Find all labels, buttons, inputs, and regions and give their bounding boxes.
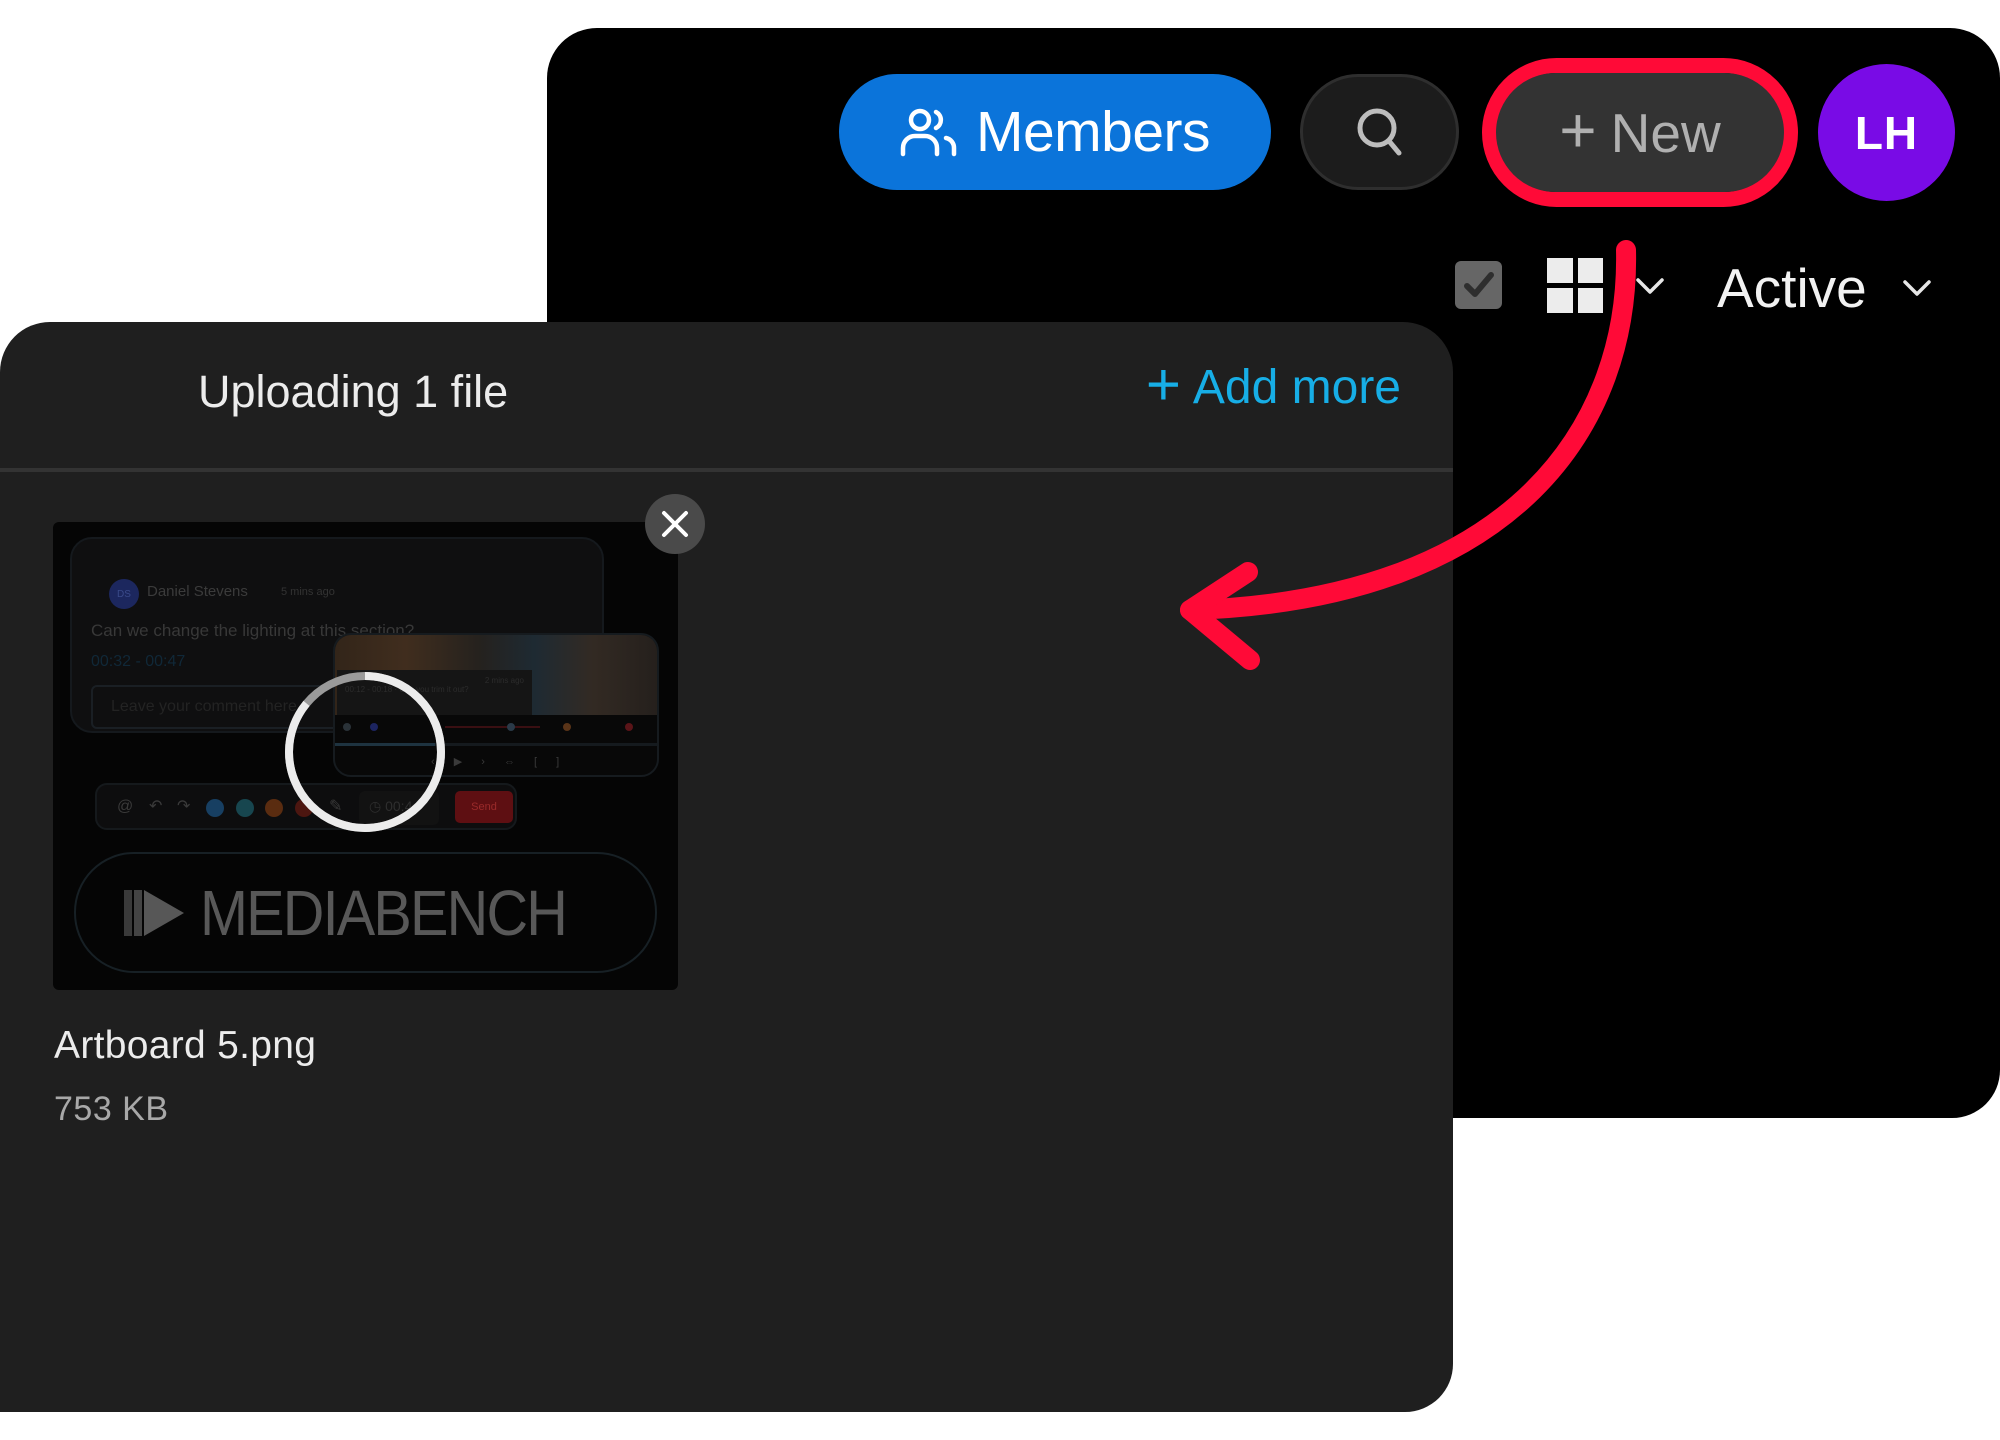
- upload-panel: Uploading 1 file + Add more DS Daniel St…: [0, 322, 1453, 1412]
- status-filter-dropdown[interactable]: Active: [1717, 256, 1933, 320]
- upload-title: Uploading 1 file: [198, 366, 509, 417]
- checkmark-icon: [1463, 272, 1494, 297]
- new-label: New: [1610, 101, 1721, 164]
- undo-icon: ↶: [149, 798, 163, 815]
- search-button[interactable]: [1300, 74, 1459, 190]
- plus-icon: +: [1145, 350, 1181, 418]
- color-swatch-orange: [265, 799, 283, 817]
- members-label: Members: [975, 100, 1211, 164]
- select-checkbox[interactable]: [1455, 261, 1502, 309]
- mediabench-logo-icon: [124, 889, 185, 936]
- plus-icon: +: [1559, 93, 1597, 166]
- view-dropdown-chevron-icon[interactable]: [1634, 277, 1666, 295]
- add-more-label: Add more: [1192, 361, 1401, 414]
- color-swatch-blue: [206, 799, 224, 817]
- file-size: 753 KB: [54, 1090, 169, 1128]
- remove-file-button[interactable]: [645, 494, 705, 554]
- redo-icon: ↷: [177, 798, 191, 815]
- avatar-initials: LH: [1854, 106, 1919, 159]
- at-icon: @: [117, 798, 134, 815]
- preview-time-range: 00:32 - 00:47: [91, 653, 186, 670]
- add-more-button[interactable]: + Add more: [1146, 354, 1401, 415]
- preview-marker: [507, 723, 515, 731]
- grid-view-icon[interactable]: [1547, 258, 1603, 313]
- preview-range-line: [445, 726, 540, 728]
- preview-marker: [563, 723, 571, 731]
- search-icon: [1357, 108, 1401, 156]
- header-divider: [0, 468, 1453, 472]
- new-button[interactable]: + New: [1496, 73, 1784, 192]
- file-name: Artboard 5.png: [54, 1024, 317, 1067]
- people-icon: [900, 108, 957, 157]
- preview-brand-pill: MEDIABENCH: [74, 852, 657, 973]
- members-button[interactable]: Members: [839, 74, 1271, 190]
- close-icon: [662, 511, 688, 537]
- preview-send-button: Send: [455, 791, 513, 823]
- user-avatar[interactable]: LH: [1818, 64, 1955, 201]
- file-thumbnail: DS Daniel Stevens 5 mins ago Can we chan…: [53, 522, 678, 990]
- upload-progress-spinner: [285, 672, 445, 832]
- preview-avatar: DS: [109, 579, 139, 609]
- preview-playback-controls: ‹ ▶ › ⇔ [ ]: [431, 756, 568, 768]
- preview-marker: [625, 723, 633, 731]
- color-swatch-teal: [236, 799, 254, 817]
- chevron-down-icon: [1903, 280, 1931, 296]
- preview-time: 5 mins ago: [281, 586, 335, 598]
- preview-author: Daniel Stevens: [147, 583, 248, 600]
- status-filter-label: Active: [1717, 257, 1867, 319]
- brand-name: MEDIABENCH: [200, 876, 568, 949]
